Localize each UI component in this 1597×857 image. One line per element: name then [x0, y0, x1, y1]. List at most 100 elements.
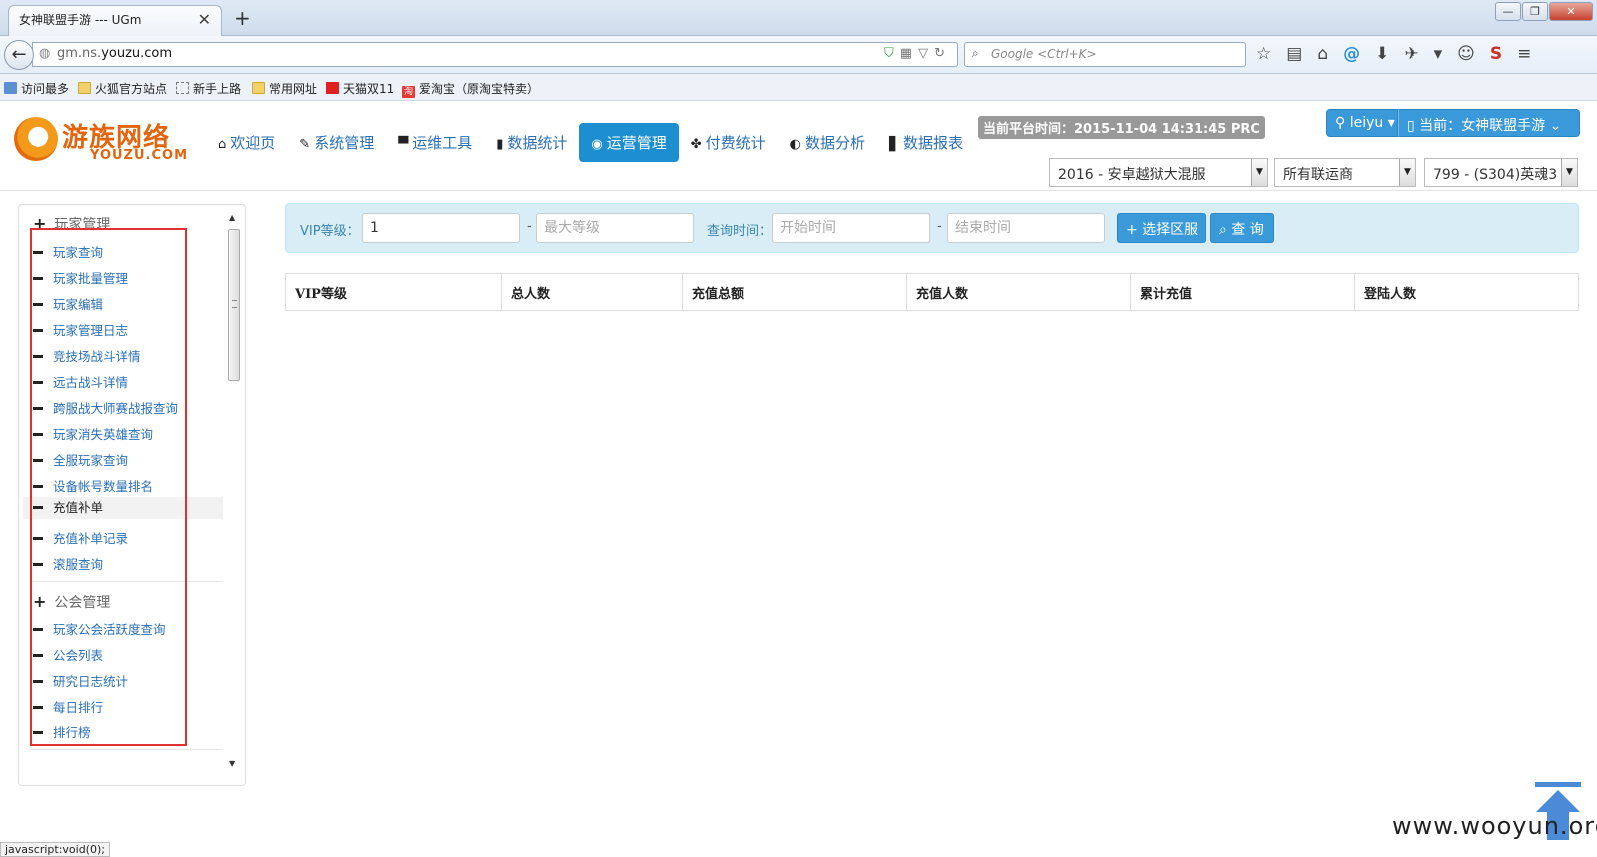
operator-select-value: 所有联运商 — [1283, 167, 1353, 183]
logo-text-en: YOUZU.COM — [90, 148, 189, 163]
grip-icon — [232, 300, 237, 308]
reload-icon[interactable]: ↻ — [934, 46, 951, 61]
query-button[interactable]: ⌕ 查 询 — [1210, 213, 1274, 243]
server-time-badge: 当前平台时间：2015-11-04 14:31:45 PRC — [978, 116, 1265, 139]
nav-welcome[interactable]: ⌂ 欢迎页 — [206, 123, 287, 162]
user-icon: ⚲ — [1335, 115, 1350, 131]
end-time-input[interactable] — [947, 213, 1105, 243]
browser-navbar: ◍ gm.ns.youzu.com ⛉▦▽↻ ← ⌕ Google <Ctrl+… — [0, 36, 1597, 74]
column-header: 充值人数 — [906, 273, 1131, 311]
sidebar-item-label: 玩家公会活跃度查询 — [53, 622, 166, 637]
bookmark-item[interactable]: 新手上路 — [176, 80, 241, 97]
scroll-up-icon[interactable]: ▲ — [229, 213, 235, 222]
sidebar-item[interactable]: 玩家公会活跃度查询 — [33, 619, 166, 638]
dash-icon — [33, 251, 43, 254]
column-header: 登陆人数 — [1354, 273, 1579, 311]
dash-icon — [33, 563, 43, 566]
sidebar-item[interactable]: 玩家编辑 — [33, 294, 103, 313]
server-select[interactable]: 2016 - 安卓越狱大混服 ▼ — [1049, 158, 1268, 187]
back-to-top-bar — [1535, 782, 1581, 787]
window-close-button[interactable]: ✕ — [1549, 2, 1593, 21]
restore-button[interactable]: ❐ — [1522, 2, 1548, 21]
start-time-input[interactable] — [772, 213, 930, 243]
sidebar-item[interactable]: 设备帐号数量排名 — [33, 476, 153, 495]
download-icon[interactable]: ⬇ — [1375, 44, 1389, 64]
sidebar-item[interactable]: 滚服查询 — [33, 554, 103, 573]
chevron-down-icon[interactable]: ▾ — [1434, 44, 1443, 64]
minimize-button[interactable]: — — [1495, 2, 1521, 21]
current-game-button[interactable]: ▯ 当前：女神联盟手游 ⌄ — [1398, 109, 1580, 137]
dropdown-icon[interactable]: ▽ — [918, 46, 934, 61]
vip-max-input[interactable] — [536, 213, 694, 243]
logo-swirl-icon — [14, 117, 58, 161]
sidebar-item[interactable]: 公会列表 — [33, 645, 103, 664]
sidebar-item[interactable]: 玩家消失英雄查询 — [33, 424, 153, 443]
bookmark-item[interactable]: 淘爱淘宝（原淘宝特卖） — [402, 80, 539, 98]
qr-icon[interactable]: ▦ — [900, 46, 918, 61]
back-button[interactable]: ← — [4, 40, 34, 70]
arrow-left-icon: ← — [11, 44, 27, 65]
nav-payment-stats[interactable]: ✤ 付费统计 — [679, 123, 778, 162]
extension-icon[interactable]: ✈ — [1404, 44, 1418, 64]
nav-ops-tools[interactable]: ▀ 运维工具 — [386, 123, 484, 162]
watermark: www.wooyun.org — [1392, 812, 1597, 840]
sidebar-divider — [31, 749, 223, 750]
sidebar-item[interactable]: 跨服战大师赛战报查询 — [33, 398, 178, 417]
column-header: 总人数 — [501, 273, 683, 311]
dash-icon — [33, 537, 43, 540]
sidebar-item[interactable]: 玩家批量管理 — [33, 268, 128, 287]
tab-close-icon[interactable]: ✕ — [198, 10, 211, 29]
search-icon: ⌕ — [972, 46, 979, 60]
youzu-logo[interactable]: 游族网络 YOUZU.COM — [14, 115, 187, 165]
bookmark-label: 新手上路 — [193, 82, 242, 96]
nav-data-report[interactable]: ▋ 数据报表 — [877, 123, 975, 162]
sidebar-item[interactable]: 充值补单记录 — [33, 528, 128, 547]
sidebar-item[interactable]: 研究日志统计 — [33, 671, 128, 690]
sidebar-item[interactable]: 排行榜 — [33, 722, 91, 741]
sidebar-scrollbar[interactable]: ▲ ▼ — [227, 211, 241, 776]
sidebar-item-label: 玩家查询 — [53, 245, 104, 260]
bookmark-item[interactable]: 天猫双11 — [326, 80, 394, 97]
zone-select-value: 799 - (S304)英魂3 — [1433, 167, 1558, 183]
operator-select[interactable]: 所有联运商 ▼ — [1274, 158, 1416, 187]
sidebar-item[interactable]: 玩家管理日志 — [33, 320, 128, 339]
url-bar[interactable]: ◍ gm.ns.youzu.com ⛉▦▽↻ — [32, 42, 958, 67]
bookmark-item[interactable]: 访问最多 — [4, 80, 69, 97]
bookmark-label: 爱淘宝（原淘宝特卖） — [419, 82, 540, 96]
at-icon[interactable]: @ — [1343, 44, 1360, 64]
sidebar-item[interactable]: 全服玩家查询 — [33, 450, 128, 469]
sidebar-group-title: 公会管理 — [54, 595, 111, 611]
sidebar-group-player[interactable]: + 玩家管理 — [33, 214, 110, 234]
user-menu-button[interactable]: ⚲ leiyu ▾ — [1326, 109, 1398, 137]
s-extension-icon[interactable]: S — [1490, 44, 1502, 64]
star-icon[interactable]: ☆ — [1256, 44, 1271, 64]
nav-system[interactable]: ✎ 系统管理 — [287, 123, 386, 162]
reading-list-icon[interactable]: ▤ — [1286, 44, 1302, 64]
sidebar-item-label: 全服玩家查询 — [53, 453, 129, 468]
vip-min-input[interactable] — [362, 213, 520, 243]
dash-icon — [33, 654, 43, 657]
sidebar-item[interactable]: 玩家查询 — [33, 242, 103, 261]
new-tab-button[interactable]: + — [234, 6, 251, 30]
sidebar-group-guild[interactable]: + 公会管理 — [33, 592, 110, 612]
nav-data-analysis[interactable]: ◐ 数据分析 — [778, 123, 877, 162]
bookmark-item[interactable]: 常用网址 — [252, 80, 317, 97]
select-zone-button[interactable]: + 选择区服 — [1117, 213, 1206, 243]
bookmark-item[interactable]: 火狐官方站点 — [78, 80, 167, 97]
dash-icon — [33, 277, 43, 280]
nav-operations[interactable]: ◉ 运营管理 — [579, 123, 679, 162]
browser-tab[interactable]: 女神联盟手游 --- UGm ✕ — [8, 5, 222, 36]
shield-icon[interactable]: ⛉ — [884, 46, 900, 61]
chat-icon[interactable]: ☺ — [1457, 44, 1475, 64]
search-bar[interactable]: ⌕ Google <Ctrl+K> — [964, 42, 1246, 67]
sidebar-item[interactable]: 竞技场战斗详情 — [33, 346, 141, 365]
scrollbar-thumb[interactable] — [228, 229, 240, 381]
zone-select[interactable]: 799 - (S304)英魂3 ▼ — [1424, 158, 1578, 187]
sidebar-item-hovered[interactable]: 充值补单 — [23, 497, 223, 519]
sidebar-item[interactable]: 每日排行 — [33, 697, 103, 716]
nav-data-stats[interactable]: ▮ 数据统计 — [484, 123, 579, 162]
home-icon[interactable]: ⌂ — [1317, 44, 1328, 64]
menu-icon[interactable]: ≡ — [1517, 44, 1531, 64]
scroll-down-icon[interactable]: ▼ — [229, 759, 235, 768]
sidebar-item[interactable]: 远古战斗详情 — [33, 372, 128, 391]
